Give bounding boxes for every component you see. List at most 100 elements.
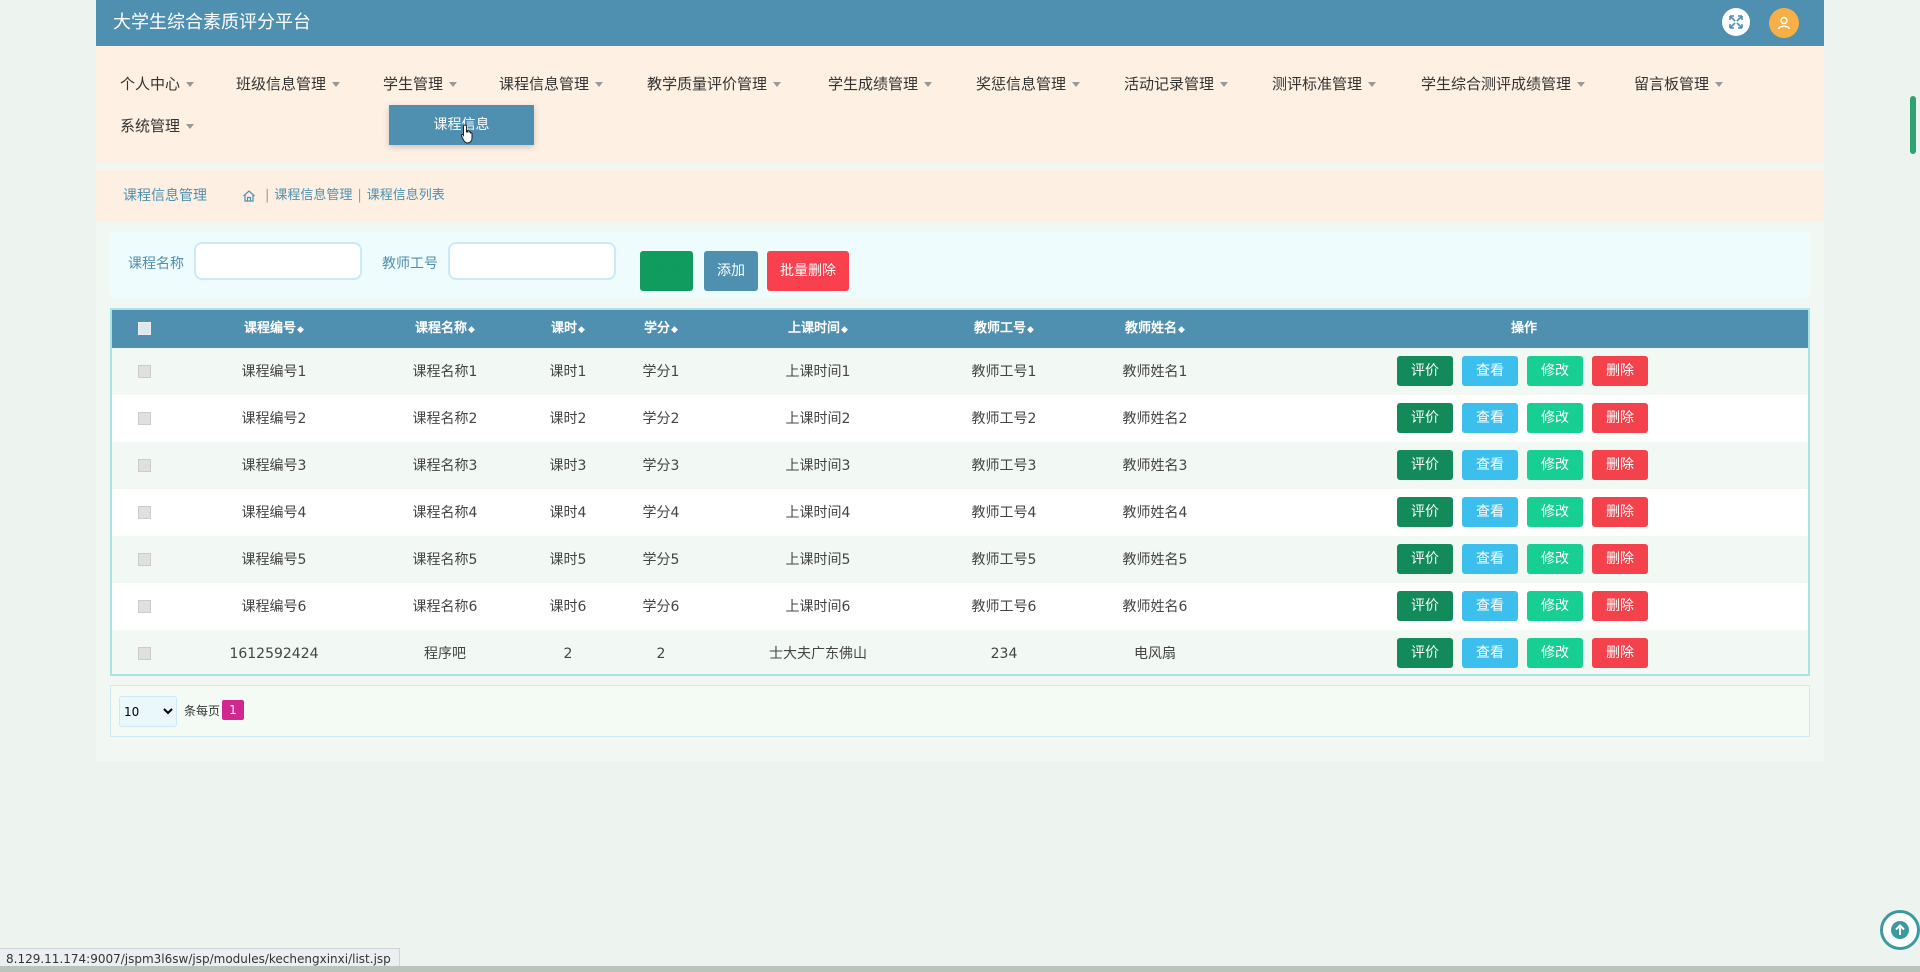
cell-course-code: 课程编号3: [241, 458, 307, 474]
column-header-teacher-name[interactable]: 教师姓名◆: [1125, 319, 1185, 340]
delete-button[interactable]: 删除: [1592, 591, 1648, 621]
select-all-checkbox[interactable]: [138, 322, 151, 335]
nav-item-rewards[interactable]: 奖惩信息管理: [976, 74, 1081, 94]
page-number-current[interactable]: 1: [222, 700, 244, 720]
cell-teacher-id: 教师工号5: [971, 552, 1037, 568]
view-button[interactable]: 查看: [1462, 450, 1518, 480]
nav-item-class-info[interactable]: 班级信息管理: [236, 74, 341, 94]
edit-button[interactable]: 修改: [1527, 403, 1583, 433]
search-button[interactable]: 查询: [640, 251, 693, 291]
sort-arrows-icon: ◆: [468, 325, 475, 335]
row-checkbox[interactable]: [138, 412, 151, 425]
table-row: 课程编号3 课程名称3 课时3 学分3 上课时间3 教师工号3 教师姓名3 评价 查看 修改 删除: [112, 442, 1808, 489]
edit-button[interactable]: 修改: [1527, 356, 1583, 386]
row-checkbox[interactable]: [138, 600, 151, 613]
view-button[interactable]: 查看: [1462, 544, 1518, 574]
column-header-credit[interactable]: 学分◆: [644, 319, 678, 340]
cell-teacher-id: 教师工号1: [971, 364, 1037, 380]
cell-class-time: 士大夫广东佛山: [769, 646, 867, 662]
nav-item-eval-standard[interactable]: 测评标准管理: [1272, 74, 1377, 94]
view-button[interactable]: 查看: [1462, 497, 1518, 527]
scrollbar-thumb[interactable]: [1910, 96, 1916, 154]
nav-item-personal-center[interactable]: 个人中心: [120, 74, 195, 94]
fullscreen-button[interactable]: [1722, 8, 1750, 36]
nav-item-teaching-quality[interactable]: 教学质量评价管理: [647, 74, 782, 94]
nav-item-message-board[interactable]: 留言板管理: [1634, 74, 1724, 94]
course-name-input[interactable]: [194, 242, 362, 280]
edit-button[interactable]: 修改: [1527, 544, 1583, 574]
evaluate-button[interactable]: 评价: [1397, 638, 1453, 668]
cell-hours: 课时6: [549, 599, 587, 615]
delete-button[interactable]: 删除: [1592, 356, 1648, 386]
cell-hours: 课时4: [549, 505, 587, 521]
edit-button[interactable]: 修改: [1527, 591, 1583, 621]
delete-button[interactable]: 删除: [1592, 497, 1648, 527]
teacher-id-input[interactable]: [448, 242, 616, 280]
table-row: 课程编号4 课程名称4 课时4 学分4 上课时间4 教师工号4 教师姓名4 评价 查看 修改 删除: [112, 489, 1808, 536]
sort-arrows-icon: ◆: [578, 325, 585, 335]
cell-teacher-name: 教师姓名6: [1122, 599, 1188, 615]
column-header-course-code[interactable]: 课程编号◆: [244, 319, 304, 340]
evaluate-button[interactable]: 评价: [1397, 497, 1453, 527]
cell-course-code: 课程编号2: [241, 411, 307, 427]
evaluate-button[interactable]: 评价: [1397, 544, 1453, 574]
row-checkbox[interactable]: [138, 506, 151, 519]
breadcrumb-link-course-mgmt[interactable]: 课程信息管理: [274, 186, 352, 206]
cell-class-time: 上课时间5: [785, 552, 851, 568]
evaluate-button[interactable]: 评价: [1397, 356, 1453, 386]
cell-hours: 课时1: [549, 364, 587, 380]
evaluate-button[interactable]: 评价: [1397, 591, 1453, 621]
cell-hours: 课时2: [549, 411, 587, 427]
delete-button[interactable]: 删除: [1592, 638, 1648, 668]
view-button[interactable]: 查看: [1462, 356, 1518, 386]
column-header-hours[interactable]: 课时◆: [551, 319, 585, 340]
column-header-teacher-id[interactable]: 教师工号◆: [974, 319, 1034, 340]
edit-button[interactable]: 修改: [1527, 638, 1583, 668]
caret-down-icon: [186, 124, 195, 129]
cell-course-name: 课程名称4: [412, 505, 478, 521]
row-checkbox[interactable]: [138, 553, 151, 566]
sort-arrows-icon: ◆: [1027, 325, 1034, 335]
page-size-select[interactable]: 10: [119, 696, 177, 727]
evaluate-button[interactable]: 评价: [1397, 403, 1453, 433]
back-to-top-button[interactable]: [1880, 910, 1920, 950]
nav-item-system[interactable]: 系统管理: [120, 116, 195, 136]
cell-credit: 学分2: [642, 411, 680, 427]
cell-course-name: 课程名称6: [412, 599, 478, 615]
delete-button[interactable]: 删除: [1592, 544, 1648, 574]
taskbar-strip: [0, 966, 1920, 972]
nav-item-course-info[interactable]: 课程信息管理: [499, 74, 604, 94]
cell-teacher-name: 教师姓名5: [1122, 552, 1188, 568]
edit-button[interactable]: 修改: [1527, 497, 1583, 527]
evaluate-button[interactable]: 评价: [1397, 450, 1453, 480]
table-row: 课程编号5 课程名称5 课时5 学分5 上课时间5 教师工号5 教师姓名5 评价 查看 修改 删除: [112, 536, 1808, 583]
batch-delete-button[interactable]: 批量删除: [767, 251, 849, 291]
column-header-class-time[interactable]: 上课时间◆: [788, 319, 848, 340]
home-icon[interactable]: [242, 189, 256, 203]
nav-item-student-grades[interactable]: 学生成绩管理: [828, 74, 933, 94]
cell-teacher-name: 教师姓名1: [1122, 364, 1188, 380]
row-checkbox[interactable]: [138, 459, 151, 472]
add-button[interactable]: 添加: [704, 251, 758, 291]
cell-course-code: 课程编号6: [241, 599, 307, 615]
view-button[interactable]: 查看: [1462, 591, 1518, 621]
user-avatar-button[interactable]: [1769, 8, 1799, 38]
nav-item-comprehensive-grades[interactable]: 学生综合测评成绩管理: [1421, 74, 1586, 94]
delete-button[interactable]: 删除: [1592, 450, 1648, 480]
cell-hours: 课时5: [549, 552, 587, 568]
delete-button[interactable]: 删除: [1592, 403, 1648, 433]
cell-course-name: 课程名称3: [412, 458, 478, 474]
row-checkbox[interactable]: [138, 647, 151, 660]
nav-item-student[interactable]: 学生管理: [383, 74, 458, 94]
view-button[interactable]: 查看: [1462, 403, 1518, 433]
cell-course-name: 课程名称1: [412, 364, 478, 380]
column-header-course-name[interactable]: 课程名称◆: [415, 319, 475, 340]
teacher-id-label: 教师工号: [382, 256, 438, 272]
cell-teacher-name: 教师姓名3: [1122, 458, 1188, 474]
view-button[interactable]: 查看: [1462, 638, 1518, 668]
edit-button[interactable]: 修改: [1527, 450, 1583, 480]
app-title: 大学生综合素质评分平台: [113, 12, 311, 33]
nav-item-activity[interactable]: 活动记录管理: [1124, 74, 1229, 94]
caret-down-icon: [595, 82, 604, 87]
row-checkbox[interactable]: [138, 365, 151, 378]
